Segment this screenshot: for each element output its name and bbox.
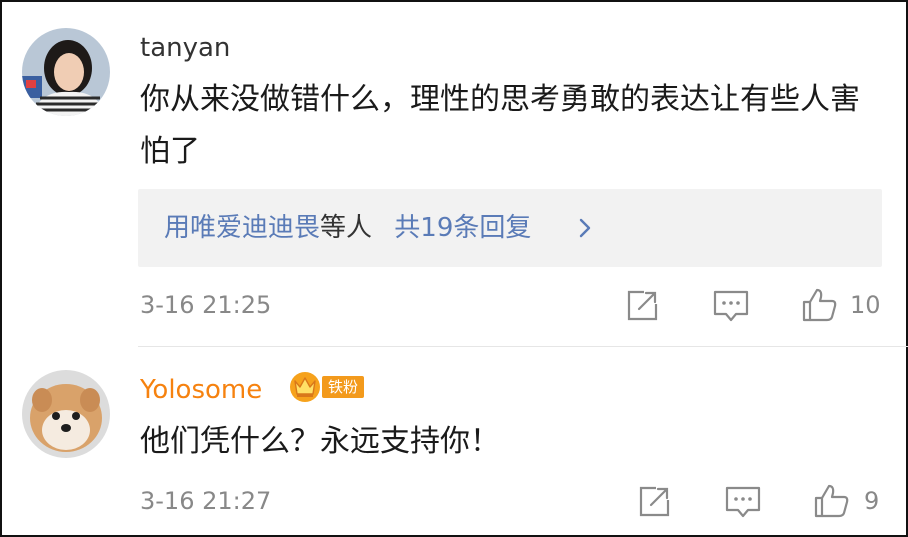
reply-suffix: 等人 bbox=[320, 213, 373, 243]
comment-icon[interactable] bbox=[724, 484, 762, 520]
comment-time: 3-16 21:25 bbox=[140, 291, 272, 319]
like-icon[interactable] bbox=[812, 482, 850, 520]
chevron-right-icon bbox=[579, 218, 591, 238]
replies-preview-text: 用唯爱迪迪畏等人 共19条回复 bbox=[164, 189, 531, 267]
reply-count-link[interactable]: 共19条回复 bbox=[394, 213, 531, 243]
comment-icon[interactable] bbox=[712, 288, 750, 324]
username[interactable]: Yolosome bbox=[140, 374, 262, 406]
like-count: 10 bbox=[850, 291, 881, 319]
username[interactable]: tanyan bbox=[140, 32, 230, 64]
share-icon[interactable] bbox=[624, 288, 660, 324]
comment-text: 他们凭什么？永远支持你！ bbox=[140, 424, 500, 459]
replies-preview[interactable]: 用唯爱迪迪畏等人 共19条回复 bbox=[138, 189, 882, 267]
share-icon[interactable] bbox=[636, 484, 672, 520]
avatar[interactable] bbox=[22, 28, 110, 116]
comment-text: 你从来没做错什么，理性的思考勇敢的表达让有些人害怕了 bbox=[140, 82, 860, 169]
crown-icon bbox=[290, 372, 320, 402]
like-count: 9 bbox=[864, 487, 880, 515]
comment-time: 3-16 21:27 bbox=[140, 487, 272, 515]
fan-badge[interactable]: 铁粉 bbox=[288, 369, 368, 403]
badge-label: 铁粉 bbox=[322, 376, 364, 398]
like-icon[interactable] bbox=[800, 286, 838, 324]
reply-user-link[interactable]: 用唯爱迪迪畏 bbox=[164, 213, 320, 243]
avatar[interactable] bbox=[22, 370, 110, 458]
comment-divider bbox=[138, 346, 908, 347]
